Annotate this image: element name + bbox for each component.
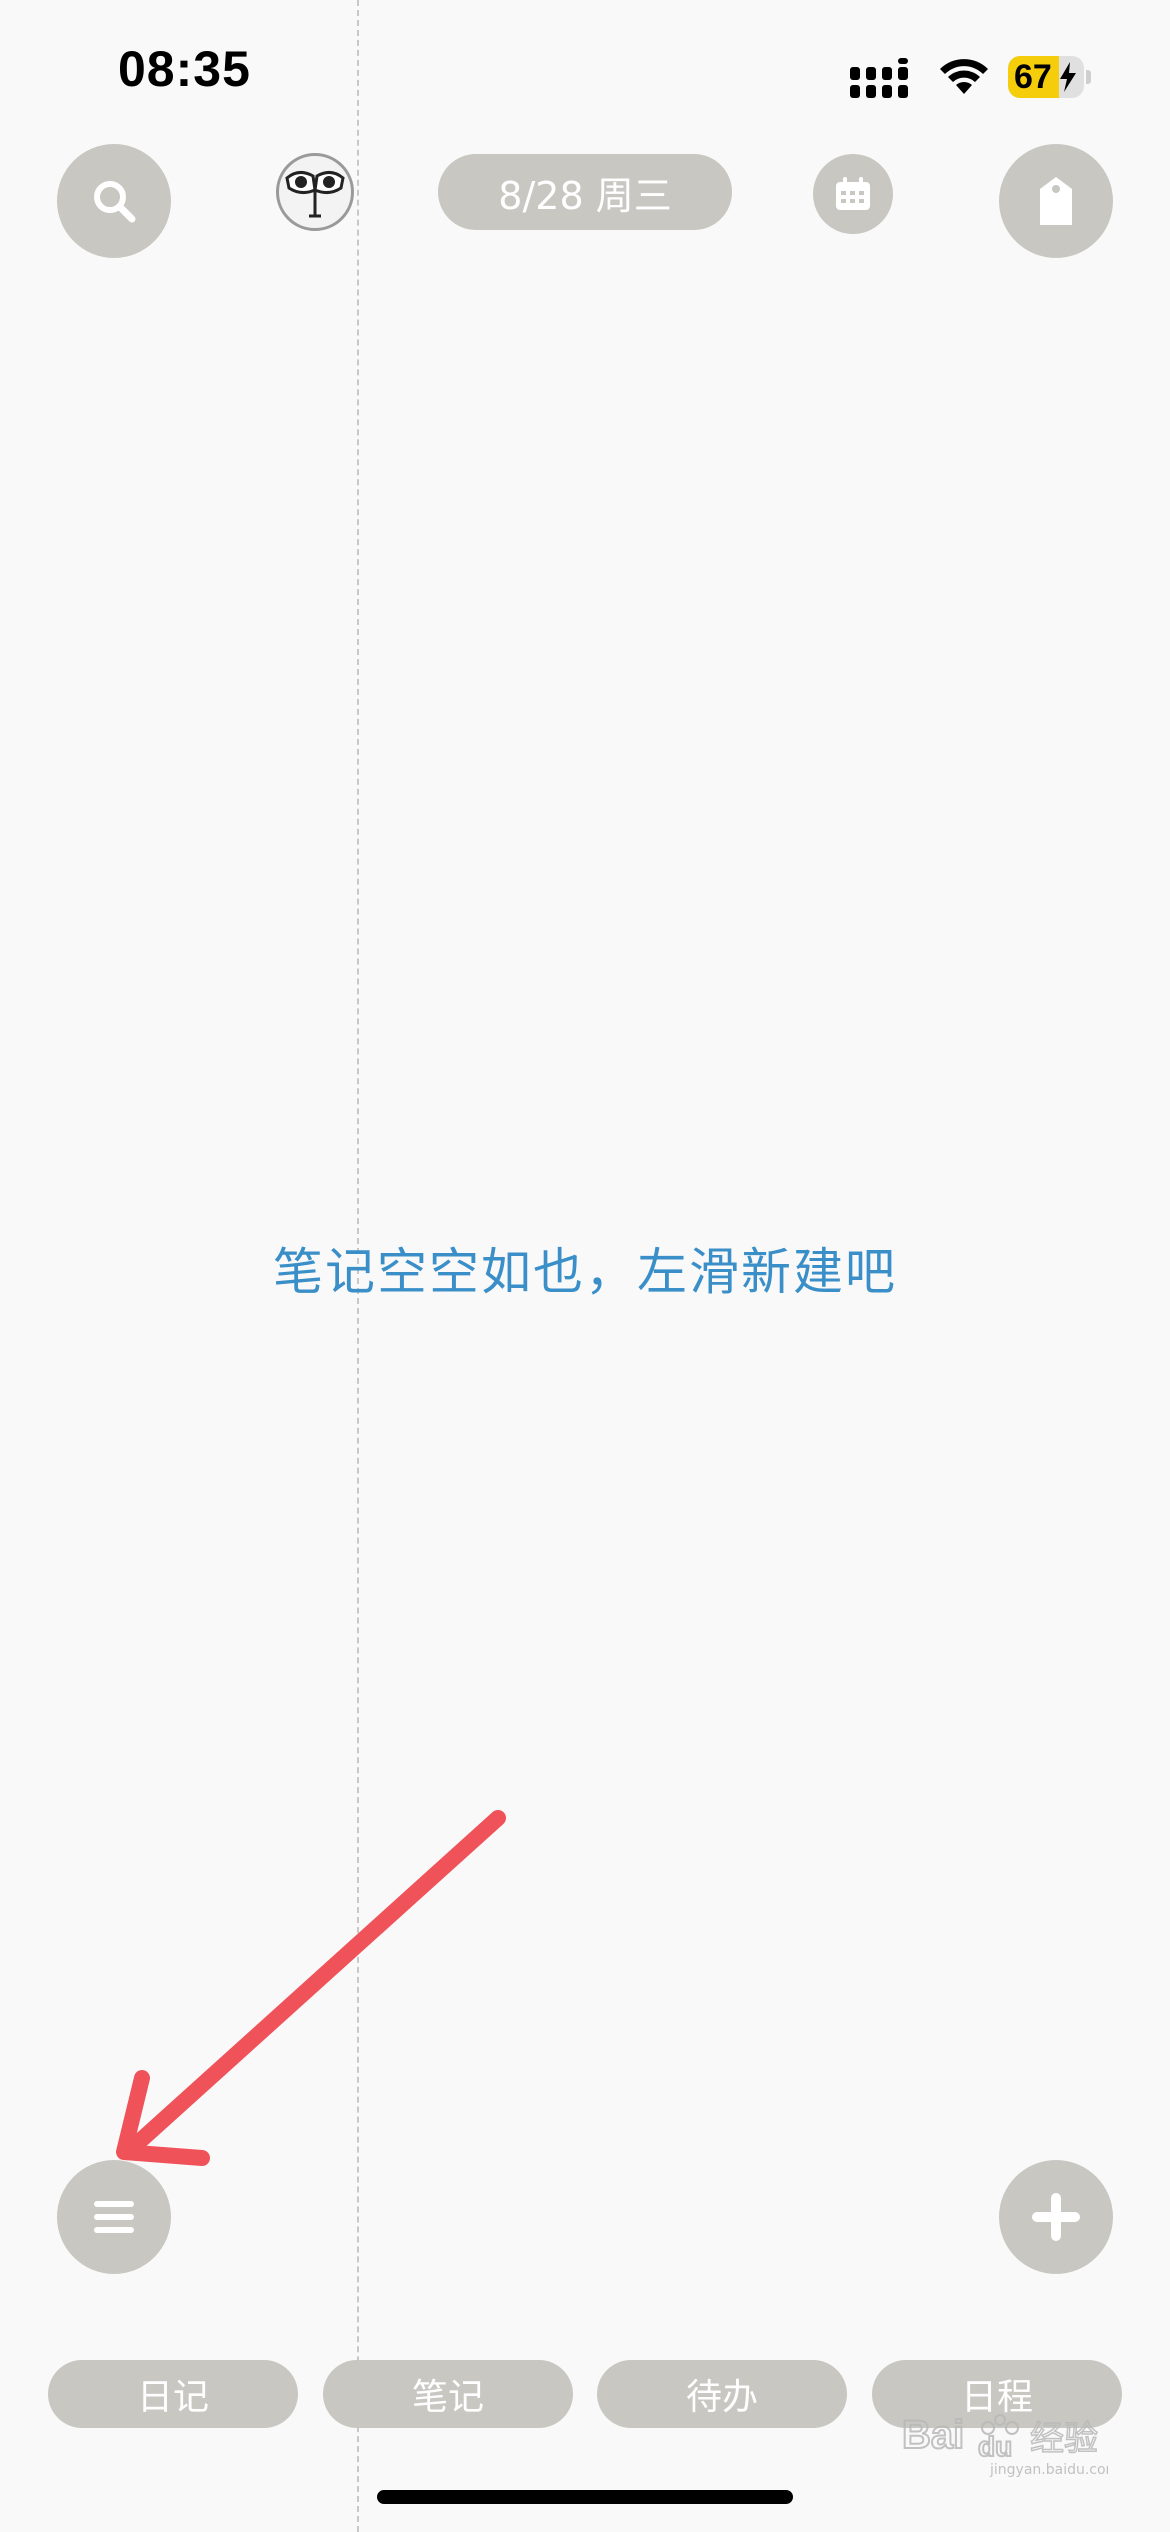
- svg-text:du: du: [978, 2431, 1012, 2462]
- annotation-arrow: [116, 1810, 506, 2166]
- tab-todo[interactable]: 待办: [597, 2360, 847, 2428]
- svg-text:经验: 经验: [1030, 2419, 1098, 2459]
- app-screen: 08:35 67 8/28 周三 笔记空空如也，左滑新建吧 日记 笔记 待办 日…: [0, 0, 1170, 2532]
- svg-text:Bai: Bai: [902, 2413, 964, 2457]
- svg-text:jingyan.baidu.com: jingyan.baidu.com: [989, 2462, 1108, 2478]
- add-button[interactable]: [999, 2160, 1113, 2274]
- menu-button[interactable]: [57, 2160, 171, 2274]
- home-indicator[interactable]: [377, 2490, 793, 2504]
- baidu-jingyan-watermark: Bai du 经验 jingyan.baidu.com: [901, 2412, 1108, 2478]
- tab-diary[interactable]: 日记: [48, 2360, 298, 2428]
- tab-notes[interactable]: 笔记: [323, 2360, 573, 2428]
- menu-icon: [94, 2201, 134, 2233]
- plus-icon: [1032, 2193, 1080, 2241]
